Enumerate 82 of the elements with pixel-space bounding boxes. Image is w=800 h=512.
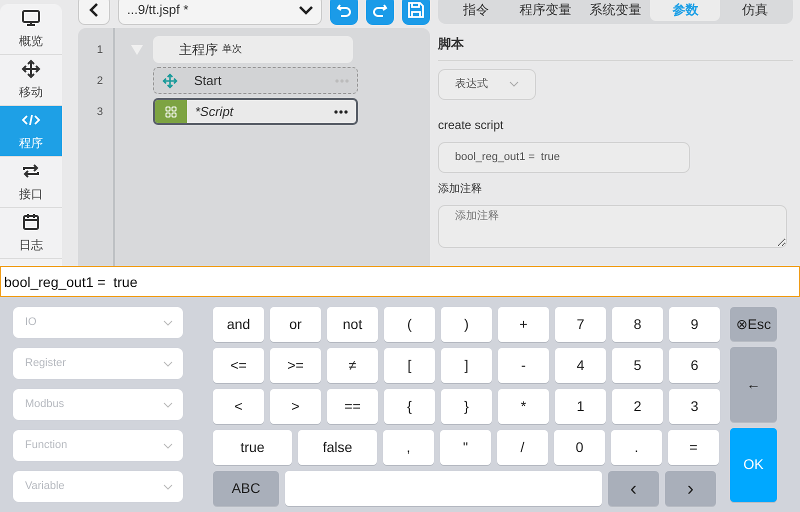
key[interactable]: > [270, 389, 321, 424]
key[interactable]: 3 [669, 389, 720, 424]
key[interactable]: 4 [555, 348, 606, 383]
key[interactable]: 5 [612, 348, 663, 383]
key[interactable]: and [213, 307, 264, 342]
key[interactable]: " [440, 430, 491, 465]
backspace-key[interactable]: ← [730, 347, 777, 422]
panel-title: 脚本 [438, 34, 793, 60]
more-icon[interactable] [334, 110, 348, 114]
key[interactable]: <= [213, 348, 264, 383]
calendar-icon [21, 212, 41, 232]
line-number: 2 [96, 74, 104, 89]
key[interactable]: 9 [669, 307, 720, 342]
chevron-left-icon [88, 3, 100, 17]
script-field[interactable]: bool_reg_out1 = true [438, 142, 690, 172]
tab[interactable]: 指令 [441, 0, 511, 21]
chevron-down-icon [163, 320, 173, 326]
key[interactable]: 1 [555, 389, 606, 424]
key[interactable]: › [665, 471, 716, 506]
key[interactable]: < [213, 389, 264, 424]
key[interactable]: 6 [669, 348, 720, 383]
save-icon [407, 1, 425, 19]
key[interactable]: ‹ [608, 471, 659, 506]
line-number: 1 [96, 43, 104, 58]
key[interactable]: 2 [612, 389, 663, 424]
redo-icon [372, 2, 388, 18]
sidebar-item[interactable]: 概览 [0, 4, 62, 55]
sidebar-item[interactable]: 接口 [0, 157, 62, 208]
chevron-down-icon [163, 402, 173, 408]
program-node[interactable]: 主程序 单次 [153, 36, 353, 63]
key[interactable]: / [497, 430, 548, 465]
back-button[interactable] [78, 0, 110, 25]
tab[interactable]: 程序变量 [510, 0, 581, 21]
key[interactable]: ABC [213, 471, 279, 506]
chevron-down-icon [163, 360, 173, 366]
key[interactable]: } [441, 389, 492, 424]
move-icon [21, 59, 41, 79]
key[interactable]: 0 [554, 430, 605, 465]
chevron-down-icon [163, 484, 173, 490]
mode-select[interactable]: 表达式 [438, 68, 536, 100]
key[interactable]: * [498, 389, 549, 424]
expression-field[interactable]: bool_reg_out1 = true [0, 266, 800, 297]
comment-field[interactable]: 添加注释 [438, 205, 787, 248]
key[interactable]: 8 [612, 307, 663, 342]
key[interactable]: . [611, 430, 662, 465]
save-button[interactable] [402, 0, 430, 25]
key[interactable]: == [327, 389, 378, 424]
field-label: 添加注释 [438, 182, 483, 196]
program-node[interactable]: *Script [153, 98, 358, 125]
move-icon [162, 72, 178, 88]
key[interactable]: { [384, 389, 435, 424]
monitor-icon [21, 8, 41, 28]
key[interactable]: not [327, 307, 378, 342]
chevron-down-icon [163, 442, 173, 448]
chevron-down-icon [299, 6, 313, 14]
program-node[interactable]: Start [153, 67, 358, 94]
chevron-down-icon [509, 81, 519, 87]
key[interactable]: ] [441, 348, 492, 383]
key[interactable]: ≠ [327, 348, 378, 383]
key[interactable]: , [383, 430, 434, 465]
undo-button[interactable] [330, 0, 358, 25]
sidebar-item[interactable]: 日志 [0, 208, 62, 259]
key[interactable]: + [498, 307, 549, 342]
key[interactable]: >= [270, 348, 321, 383]
key[interactable]: ( [384, 307, 435, 342]
key[interactable]: [ [384, 348, 435, 383]
redo-button[interactable] [366, 0, 394, 25]
key[interactable]: - [498, 348, 549, 383]
key[interactable]: false [298, 430, 377, 465]
tab[interactable]: 系统变量 [580, 0, 650, 21]
tab[interactable]: 仿真 [720, 0, 790, 21]
field-label: create script [438, 116, 504, 134]
key[interactable]: or [270, 307, 321, 342]
escape-key[interactable]: ⊗Esc [730, 307, 777, 342]
line-number: 3 [96, 105, 104, 120]
key[interactable]: ) [441, 307, 492, 342]
file-dropdown[interactable]: ...9/tt.jspf * [118, 0, 322, 25]
key[interactable]: = [668, 430, 719, 465]
key[interactable]: 7 [555, 307, 606, 342]
key[interactable]: true [213, 430, 292, 465]
undo-icon [336, 2, 352, 18]
grid-icon [165, 106, 177, 118]
